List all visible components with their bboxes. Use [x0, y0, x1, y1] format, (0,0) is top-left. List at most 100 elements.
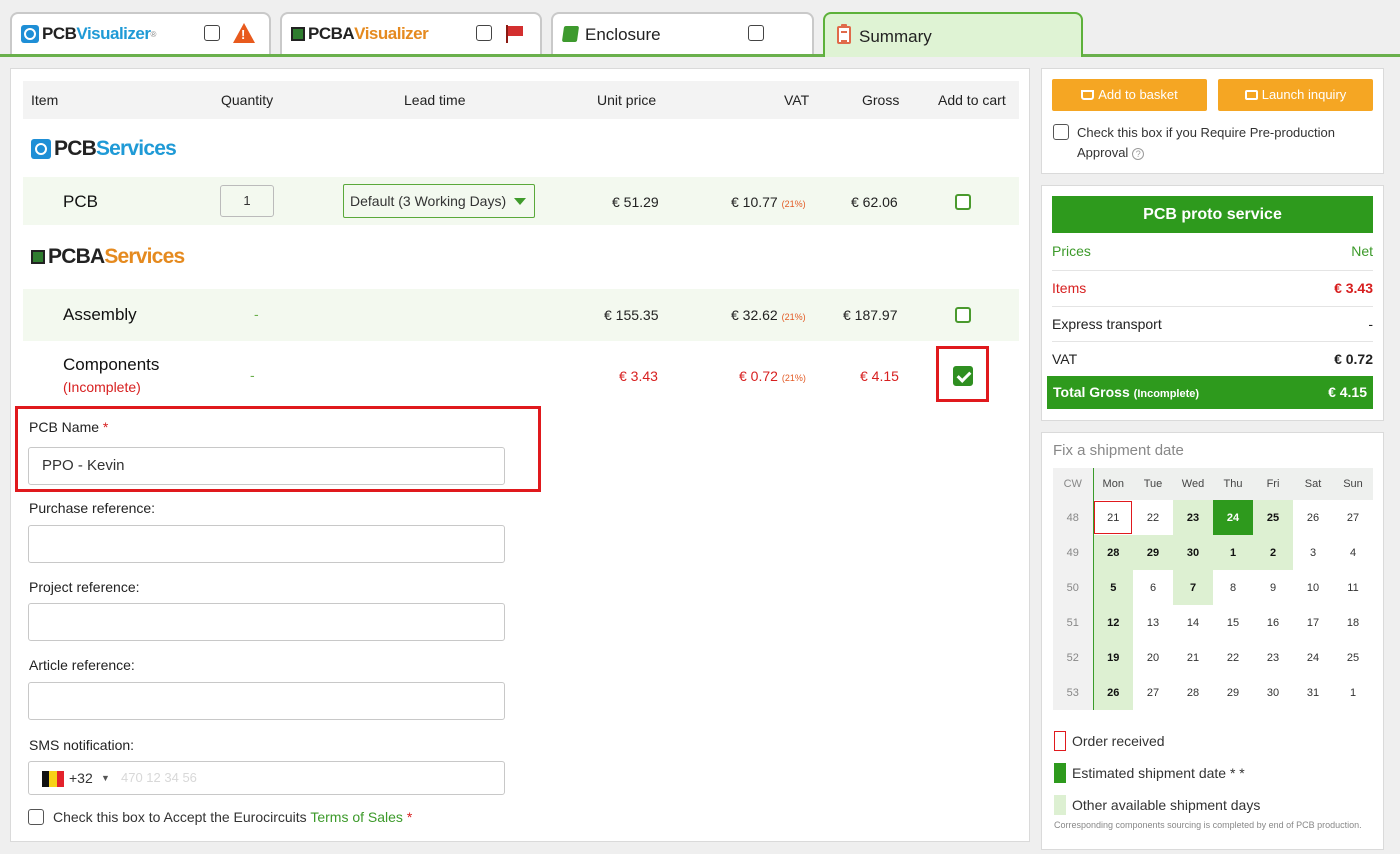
- divider: [1052, 341, 1373, 342]
- calendar-day: 8: [1213, 570, 1253, 605]
- sms-phone-input[interactable]: +32 ▼ 470 12 34 56: [28, 761, 505, 795]
- pcba-services-logo: PCBA Services: [31, 245, 185, 269]
- calendar-day[interactable]: 25: [1253, 500, 1293, 535]
- accept-terms-checkbox[interactable]: [28, 809, 44, 825]
- tab-bar: PCB Visualizer ® ! PCBA Visualizer Enclosur…: [0, 0, 1400, 57]
- cart-icon: [1081, 90, 1095, 100]
- project-reference-input[interactable]: [28, 603, 505, 641]
- tab-enclosure-checkbox[interactable]: [748, 25, 764, 41]
- calendar-day[interactable]: 28: [1093, 535, 1133, 570]
- header-add-to-cart: Add to cart: [938, 92, 1006, 108]
- row-gross: € 187.97: [843, 307, 898, 323]
- pcba-logo-icon: [291, 27, 305, 41]
- calendar-day: 18: [1333, 605, 1373, 640]
- warning-icon: !: [233, 23, 255, 43]
- legend-other: Other available shipment days: [1072, 797, 1261, 813]
- calendar-header-day: Mon: [1093, 468, 1133, 500]
- phone-placeholder: 470 12 34 56: [121, 770, 197, 785]
- calendar-header-day: Sun: [1333, 468, 1373, 500]
- prices-header: Prices Net: [1052, 243, 1373, 259]
- calendar-day: 20: [1133, 640, 1173, 675]
- calendar-day: 17: [1293, 605, 1333, 640]
- calendar-day[interactable]: 1: [1213, 535, 1253, 570]
- row-quantity: -: [254, 306, 259, 322]
- flag-icon: [504, 25, 524, 43]
- calendar-day: 30: [1253, 675, 1293, 710]
- calendar-week-row: 49 28 29 30 1 2 3 4: [1053, 535, 1373, 570]
- order-summary-panel: Item Quantity Lead time Unit price VAT G…: [10, 68, 1030, 842]
- calendar-header-day: Tue: [1133, 468, 1173, 500]
- calendar-day[interactable]: 26: [1093, 675, 1133, 710]
- calendar-day: 16: [1253, 605, 1293, 640]
- calendar-day: 28: [1173, 675, 1213, 710]
- calendar-day-estimated[interactable]: 24: [1213, 500, 1253, 535]
- service-title: PCB proto service: [1052, 196, 1373, 233]
- chevron-down-icon: [514, 198, 526, 205]
- header-vat: VAT: [784, 92, 810, 108]
- tab-pcba-checkbox[interactable]: [476, 25, 492, 41]
- items-row: Items € 3.43: [1052, 280, 1373, 296]
- calendar-day-order-received: 21: [1093, 500, 1133, 535]
- legend-order-received: Order received: [1072, 733, 1165, 749]
- calendar-day: 11: [1333, 570, 1373, 605]
- calendar-day: 31: [1293, 675, 1333, 710]
- tab-pcba-visualizer[interactable]: PCBA Visualizer: [280, 12, 542, 54]
- lead-time-select[interactable]: Default (3 Working Days): [343, 184, 535, 218]
- row-item-name: Components: [63, 355, 160, 374]
- calendar-day[interactable]: 2: [1253, 535, 1293, 570]
- article-reference-input[interactable]: [28, 682, 505, 720]
- tab-pcb-visualizer[interactable]: PCB Visualizer ® !: [10, 12, 271, 54]
- divider: [1052, 306, 1373, 307]
- header-lead-time: Lead time: [404, 92, 466, 108]
- calendar-day: 6: [1133, 570, 1173, 605]
- calendar-day: 29: [1213, 675, 1253, 710]
- calendar-day: 21: [1173, 640, 1213, 675]
- calendar-header-cw: CW: [1053, 468, 1094, 500]
- row-quantity: -: [250, 367, 255, 383]
- calendar-day: 23: [1253, 640, 1293, 675]
- tab-pcb-checkbox[interactable]: [204, 25, 220, 41]
- tab-enclosure-label: Enclosure: [585, 25, 661, 44]
- launch-inquiry-button[interactable]: Launch inquiry: [1218, 79, 1373, 111]
- add-to-cart-checkbox[interactable]: [955, 194, 971, 210]
- pcb-name-input[interactable]: PPO - Kevin: [28, 447, 505, 485]
- pcba-services-icon: [31, 250, 45, 264]
- price-summary-panel: PCB proto service Prices Net Items € 3.43 …: [1041, 185, 1384, 421]
- calendar-day: 9: [1253, 570, 1293, 605]
- incomplete-note: (Incomplete): [63, 379, 141, 395]
- header-gross: Gross: [862, 92, 900, 108]
- calendar-day: 15: [1213, 605, 1253, 640]
- project-reference-label: Project reference:: [29, 579, 140, 595]
- calendar-week-number: 52: [1053, 640, 1094, 675]
- pcb-services-icon: [31, 139, 51, 159]
- calendar-day[interactable]: 5: [1093, 570, 1133, 605]
- calendar-week-number: 48: [1053, 500, 1094, 535]
- express-row: Express transport -: [1052, 316, 1373, 332]
- calendar-day[interactable]: 7: [1173, 570, 1213, 605]
- vat-row: VAT € 0.72: [1052, 351, 1373, 367]
- preproduction-approval-checkbox[interactable]: [1053, 124, 1069, 140]
- quantity-input[interactable]: 1: [220, 185, 274, 217]
- article-reference-label: Article reference:: [29, 657, 135, 673]
- add-to-basket-button[interactable]: Add to basket: [1052, 79, 1207, 111]
- tab-summary[interactable]: Summary: [823, 12, 1083, 57]
- calendar-day[interactable]: 23: [1173, 500, 1213, 535]
- belgium-flag-icon[interactable]: [42, 771, 64, 787]
- purchase-reference-input[interactable]: [28, 525, 505, 563]
- tab-enclosure[interactable]: Enclosure: [551, 12, 814, 54]
- row-vat: € 32.62 (21%): [731, 307, 806, 323]
- calendar-day[interactable]: 12: [1093, 605, 1133, 640]
- header-unit-price: Unit price: [597, 92, 657, 108]
- row-gross: € 4.15: [860, 368, 899, 384]
- terms-of-sales-link[interactable]: Terms of Sales: [310, 809, 403, 825]
- legend-estimated-swatch: [1054, 763, 1066, 783]
- calendar-day[interactable]: 30: [1173, 535, 1213, 570]
- calendar-day: 26: [1293, 500, 1333, 535]
- calendar-day[interactable]: 19: [1093, 640, 1133, 675]
- legend-other-swatch: [1054, 795, 1066, 815]
- table-row-assembly: Assembly - € 155.35 € 32.62 (21%) € 187.…: [23, 289, 1019, 341]
- calendar-day[interactable]: 29: [1133, 535, 1173, 570]
- add-to-cart-checkbox[interactable]: [955, 307, 971, 323]
- tab-summary-label: Summary: [859, 27, 932, 46]
- help-icon[interactable]: ?: [1132, 148, 1145, 160]
